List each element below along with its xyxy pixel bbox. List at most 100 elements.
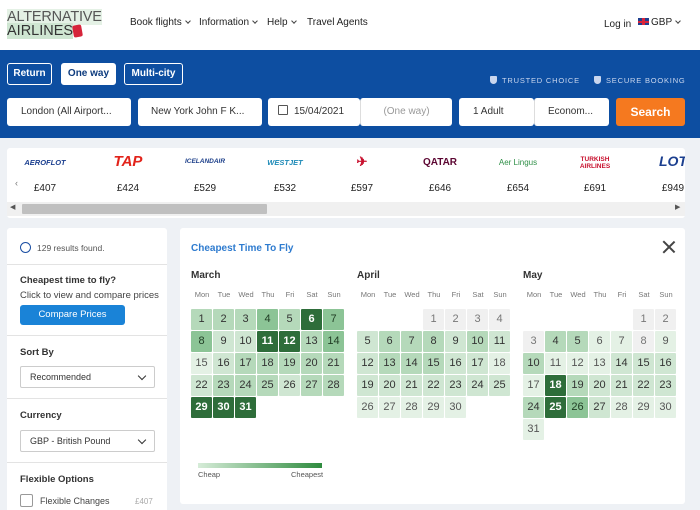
calendar-day[interactable]: 1 — [191, 309, 212, 330]
calendar-day[interactable]: 28 — [401, 397, 422, 418]
calendar-day[interactable]: 12 — [357, 353, 378, 374]
calendar-day[interactable]: 19 — [357, 375, 378, 396]
nav-book-flights[interactable]: Book flights — [130, 17, 191, 28]
cabin-class-field[interactable]: Econom... — [534, 98, 609, 126]
airline-card[interactable]: TAP £424 — [90, 148, 166, 208]
calendar-day[interactable]: 9 — [445, 331, 466, 352]
airline-card[interactable]: WESTJET £532 — [247, 148, 323, 208]
calendar-day[interactable]: 8 — [633, 331, 654, 352]
calendar-day[interactable]: 27 — [301, 375, 322, 396]
calendar-day[interactable]: 5 — [567, 331, 588, 352]
calendar-day[interactable]: 16 — [655, 353, 676, 374]
nav-travel-agents[interactable]: Travel Agents — [307, 17, 368, 28]
calendar-day[interactable]: 8 — [191, 331, 212, 352]
calendar-day[interactable]: 2 — [445, 309, 466, 330]
calendar-day[interactable]: 11 — [545, 353, 566, 374]
calendar-day[interactable]: 8 — [423, 331, 444, 352]
calendar-day[interactable]: 2 — [655, 309, 676, 330]
nav-information[interactable]: Information — [199, 17, 258, 28]
origin-field[interactable]: London (All Airport... — [7, 98, 131, 126]
calendar-day[interactable]: 18 — [545, 375, 566, 396]
calendar-day[interactable]: 23 — [213, 375, 234, 396]
calendar-day[interactable]: 5 — [357, 331, 378, 352]
calendar-day[interactable]: 25 — [489, 375, 510, 396]
compare-prices-button[interactable]: Compare Prices — [20, 305, 125, 325]
trip-type-return[interactable]: Return — [7, 63, 52, 85]
calendar-day[interactable]: 28 — [323, 375, 344, 396]
calendar-day[interactable]: 10 — [523, 353, 544, 374]
calendar-day[interactable]: 3 — [523, 331, 544, 352]
calendar-day[interactable]: 6 — [379, 331, 400, 352]
calendar-day[interactable]: 24 — [467, 375, 488, 396]
calendar-day[interactable]: 9 — [655, 331, 676, 352]
trip-type-one-way[interactable]: One way — [61, 63, 116, 85]
calendar-day[interactable]: 11 — [257, 331, 278, 352]
calendar-day[interactable]: 15 — [423, 353, 444, 374]
calendar-day[interactable]: 21 — [323, 353, 344, 374]
calendar-day[interactable]: 10 — [467, 331, 488, 352]
airline-card[interactable]: QATAR £646 — [402, 148, 478, 208]
passengers-field[interactable]: 1 Adult — [459, 98, 534, 126]
calendar-day[interactable]: 4 — [545, 331, 566, 352]
calendar-day[interactable]: 25 — [545, 397, 566, 418]
calendar-day[interactable]: 22 — [191, 375, 212, 396]
calendar-day[interactable]: 2 — [213, 309, 234, 330]
sort-by-select[interactable]: Recommended — [20, 366, 155, 388]
currency-select[interactable]: GBP - British Pound — [20, 430, 155, 452]
flexible-changes-checkbox[interactable] — [20, 494, 33, 507]
calendar-day[interactable]: 21 — [401, 375, 422, 396]
calendar-day[interactable]: 15 — [633, 353, 654, 374]
calendar-day[interactable]: 6 — [589, 331, 610, 352]
calendar-day[interactable]: 3 — [235, 309, 256, 330]
calendar-day[interactable]: 30 — [213, 397, 234, 418]
calendar-day[interactable]: 29 — [191, 397, 212, 418]
calendar-day[interactable]: 23 — [655, 375, 676, 396]
calendar-day[interactable]: 9 — [213, 331, 234, 352]
calendar-day[interactable]: 5 — [279, 309, 300, 330]
airline-card[interactable]: ✈ £597 — [324, 148, 400, 208]
calendar-day[interactable]: 18 — [489, 353, 510, 374]
calendar-day[interactable]: 12 — [567, 353, 588, 374]
calendar-day[interactable]: 30 — [655, 397, 676, 418]
calendar-day[interactable]: 17 — [467, 353, 488, 374]
calendar-day[interactable]: 31 — [523, 419, 544, 440]
strip-left-arrow-icon[interactable]: ‹ — [15, 178, 18, 188]
calendar-day[interactable]: 27 — [589, 397, 610, 418]
airline-card[interactable]: TURKISH AIRLINES £691 — [557, 148, 633, 208]
calendar-day[interactable]: 26 — [357, 397, 378, 418]
strip-scroll-thumb[interactable] — [22, 204, 267, 214]
calendar-day[interactable]: 7 — [401, 331, 422, 352]
calendar-day[interactable]: 1 — [633, 309, 654, 330]
calendar-day[interactable]: 14 — [401, 353, 422, 374]
calendar-day[interactable]: 15 — [191, 353, 212, 374]
trip-type-multi-city[interactable]: Multi-city — [124, 63, 183, 85]
calendar-day[interactable]: 22 — [633, 375, 654, 396]
alternative-airlines-logo[interactable]: ALTERNATIVE AIRLINES — [7, 9, 102, 41]
calendar-day[interactable]: 29 — [423, 397, 444, 418]
calendar-day[interactable]: 13 — [589, 353, 610, 374]
calendar-day[interactable]: 24 — [523, 397, 544, 418]
calendar-day[interactable]: 25 — [257, 375, 278, 396]
calendar-day[interactable]: 30 — [445, 397, 466, 418]
calendar-day[interactable]: 28 — [611, 397, 632, 418]
calendar-day[interactable]: 29 — [633, 397, 654, 418]
calendar-day[interactable]: 13 — [379, 353, 400, 374]
calendar-day[interactable]: 10 — [235, 331, 256, 352]
return-date-field[interactable]: (One way) — [360, 98, 452, 126]
calendar-day[interactable]: 14 — [611, 353, 632, 374]
calendar-day[interactable]: 21 — [611, 375, 632, 396]
calendar-day[interactable]: 19 — [279, 353, 300, 374]
calendar-day[interactable]: 23 — [445, 375, 466, 396]
calendar-day[interactable]: 17 — [235, 353, 256, 374]
calendar-day[interactable]: 13 — [301, 331, 322, 352]
calendar-day[interactable]: 12 — [279, 331, 300, 352]
calendar-day[interactable]: 22 — [423, 375, 444, 396]
airline-card[interactable]: ICELANDAIR £529 — [167, 148, 243, 208]
scroll-right-icon[interactable]: ▶ — [675, 203, 680, 211]
calendar-day[interactable]: 26 — [567, 397, 588, 418]
calendar-day[interactable]: 4 — [257, 309, 278, 330]
calendar-day[interactable]: 4 — [489, 309, 510, 330]
login-link[interactable]: Log in — [604, 19, 631, 30]
calendar-day[interactable]: 17 — [523, 375, 544, 396]
calendar-day[interactable]: 1 — [423, 309, 444, 330]
